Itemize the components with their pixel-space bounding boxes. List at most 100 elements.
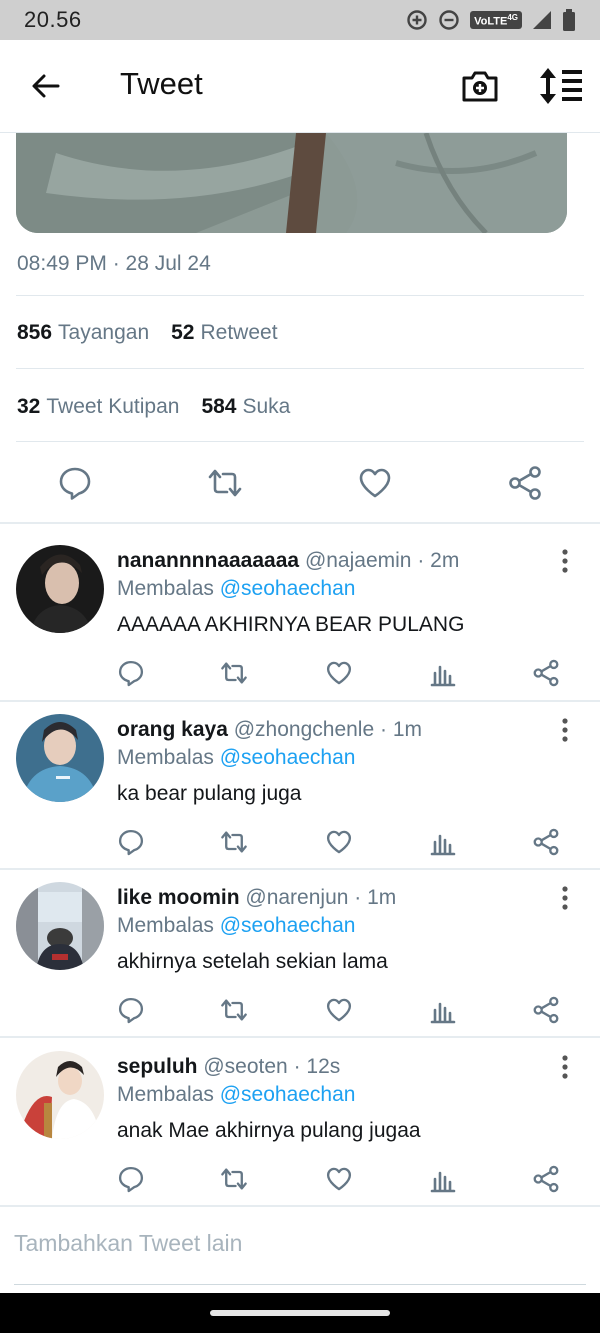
divider xyxy=(0,1205,600,1207)
divider xyxy=(16,295,584,296)
reply-item[interactable]: orang kaya @zhongchenle · 1m Membalas @s… xyxy=(0,692,600,860)
tweet-media-image[interactable] xyxy=(16,133,567,233)
reply-author-handle[interactable]: @seoten xyxy=(203,1055,287,1078)
more-options-icon[interactable] xyxy=(554,1055,576,1079)
status-time: 20.56 xyxy=(24,7,82,32)
likes-stat[interactable]: 584 Suka xyxy=(201,395,290,419)
replying-prefix: Membalas xyxy=(117,577,214,600)
reply-author-handle[interactable]: @narenjun xyxy=(245,886,348,909)
share-icon[interactable] xyxy=(532,1165,560,1193)
back-arrow-icon[interactable] xyxy=(28,68,64,104)
likes-label: Suka xyxy=(242,395,291,418)
reply-author-handle[interactable]: @najaemin xyxy=(305,549,412,572)
replying-to: Membalas @seohaechan xyxy=(117,577,355,601)
reply-author-name[interactable]: like moomin xyxy=(117,886,240,909)
like-icon[interactable] xyxy=(325,828,353,856)
replying-mention[interactable]: @seohaechan xyxy=(220,914,356,937)
share-icon[interactable] xyxy=(532,659,560,687)
like-icon[interactable] xyxy=(325,996,353,1024)
compose-underline xyxy=(14,1284,586,1285)
reply-item[interactable]: like moomin @narenjun · 1m Membalas @seo… xyxy=(0,860,600,1028)
reply-icon[interactable] xyxy=(117,828,145,856)
replying-to: Membalas @seohaechan xyxy=(117,1083,355,1107)
reply-author-handle[interactable]: @zhongchenle xyxy=(234,718,374,741)
reply-icon[interactable] xyxy=(57,465,93,501)
more-options-icon[interactable] xyxy=(554,886,576,910)
share-icon[interactable] xyxy=(532,828,560,856)
retweet-icon[interactable] xyxy=(220,1165,248,1193)
retweet-icon[interactable] xyxy=(220,996,248,1024)
share-icon[interactable] xyxy=(532,996,560,1024)
reply-author-name[interactable]: sepuluh xyxy=(117,1055,198,1078)
reply-icon[interactable] xyxy=(117,659,145,687)
divider xyxy=(16,441,584,442)
share-icon[interactable] xyxy=(507,465,543,501)
do-not-disturb-icon xyxy=(438,9,460,31)
tweet-stats-row-2: 32 Tweet Kutipan 584 Suka xyxy=(17,395,290,419)
network-gen-label: 4G xyxy=(507,12,518,22)
reply-author-name[interactable]: nanannnnaaaaaaa xyxy=(117,549,299,572)
app-bar: Tweet xyxy=(0,40,600,133)
tweet-stats-row-1: 856 Tayangan 52 Retweet xyxy=(17,321,278,345)
reply-icon[interactable] xyxy=(117,996,145,1024)
analytics-icon[interactable] xyxy=(429,659,457,687)
quotes-label: Tweet Kutipan xyxy=(46,395,180,418)
likes-count: 584 xyxy=(201,395,237,418)
sort-replies-icon[interactable] xyxy=(538,66,584,106)
retweets-stat[interactable]: 52 Retweet xyxy=(171,321,277,345)
views-count: 856 xyxy=(17,321,53,344)
like-icon[interactable] xyxy=(325,659,353,687)
retweet-icon[interactable] xyxy=(220,828,248,856)
analytics-icon[interactable] xyxy=(429,1165,457,1193)
replying-to: Membalas @seohaechan xyxy=(117,914,355,938)
views-stat[interactable]: 856 Tayangan xyxy=(17,321,149,345)
reply-text: ka bear pulang juga xyxy=(117,782,302,805)
reply-text: AAAAAA AKHIRNYA BEAR PULANG xyxy=(117,613,465,636)
tweet-timestamp: 08:49 PM · 28 Jul 24 xyxy=(17,252,211,275)
replying-prefix: Membalas xyxy=(117,1083,214,1106)
reply-item[interactable]: nanannnnaaaaaaa @najaemin · 2m Membalas … xyxy=(0,523,600,691)
compose-tweet-input[interactable]: Tambahkan Tweet lain xyxy=(14,1230,242,1257)
retweet-icon[interactable] xyxy=(220,659,248,687)
more-options-icon[interactable] xyxy=(554,718,576,742)
replying-prefix: Membalas xyxy=(117,914,214,937)
reply-text: anak Mae akhirnya pulang jugaa xyxy=(117,1119,421,1142)
status-bar: 20.56 VoLTE4G xyxy=(0,0,600,40)
divider xyxy=(16,368,584,369)
reply-header: nanannnnaaaaaaa @najaemin · 2m xyxy=(117,549,459,573)
reply-author-name[interactable]: orang kaya xyxy=(117,718,228,741)
avatar[interactable] xyxy=(16,1051,104,1139)
signal-icon xyxy=(532,10,552,30)
reply-item[interactable]: sepuluh @seoten · 12s Membalas @seohaech… xyxy=(0,1029,600,1197)
reply-header: orang kaya @zhongchenle · 1m xyxy=(117,718,422,742)
replying-mention[interactable]: @seohaechan xyxy=(220,746,356,769)
quotes-count: 32 xyxy=(17,395,41,418)
retweet-icon[interactable] xyxy=(207,465,243,501)
replying-prefix: Membalas xyxy=(117,746,214,769)
retweets-label: Retweet xyxy=(200,321,278,344)
quotes-stat[interactable]: 32 Tweet Kutipan xyxy=(17,395,179,419)
reply-time: · 2m xyxy=(417,549,460,572)
reply-icon[interactable] xyxy=(117,1165,145,1193)
reply-time: · 1m xyxy=(380,718,422,741)
home-gesture-handle[interactable] xyxy=(210,1310,390,1316)
system-nav-bar xyxy=(0,1293,600,1333)
tweet-actions xyxy=(0,445,600,521)
like-icon[interactable] xyxy=(325,1165,353,1193)
reply-header: like moomin @narenjun · 1m xyxy=(117,886,396,910)
battery-icon xyxy=(562,9,576,31)
avatar[interactable] xyxy=(16,882,104,970)
reply-header: sepuluh @seoten · 12s xyxy=(117,1055,340,1079)
more-options-icon[interactable] xyxy=(554,549,576,573)
like-icon[interactable] xyxy=(357,465,393,501)
volte-label: VoLTE xyxy=(474,15,508,28)
volte-badge: VoLTE4G xyxy=(470,10,522,30)
replying-mention[interactable]: @seohaechan xyxy=(220,577,356,600)
avatar[interactable] xyxy=(16,714,104,802)
avatar[interactable] xyxy=(16,545,104,633)
retweets-count: 52 xyxy=(171,321,195,344)
replying-mention[interactable]: @seohaechan xyxy=(220,1083,356,1106)
camera-add-icon[interactable] xyxy=(460,66,500,106)
analytics-icon[interactable] xyxy=(429,996,457,1024)
analytics-icon[interactable] xyxy=(429,828,457,856)
